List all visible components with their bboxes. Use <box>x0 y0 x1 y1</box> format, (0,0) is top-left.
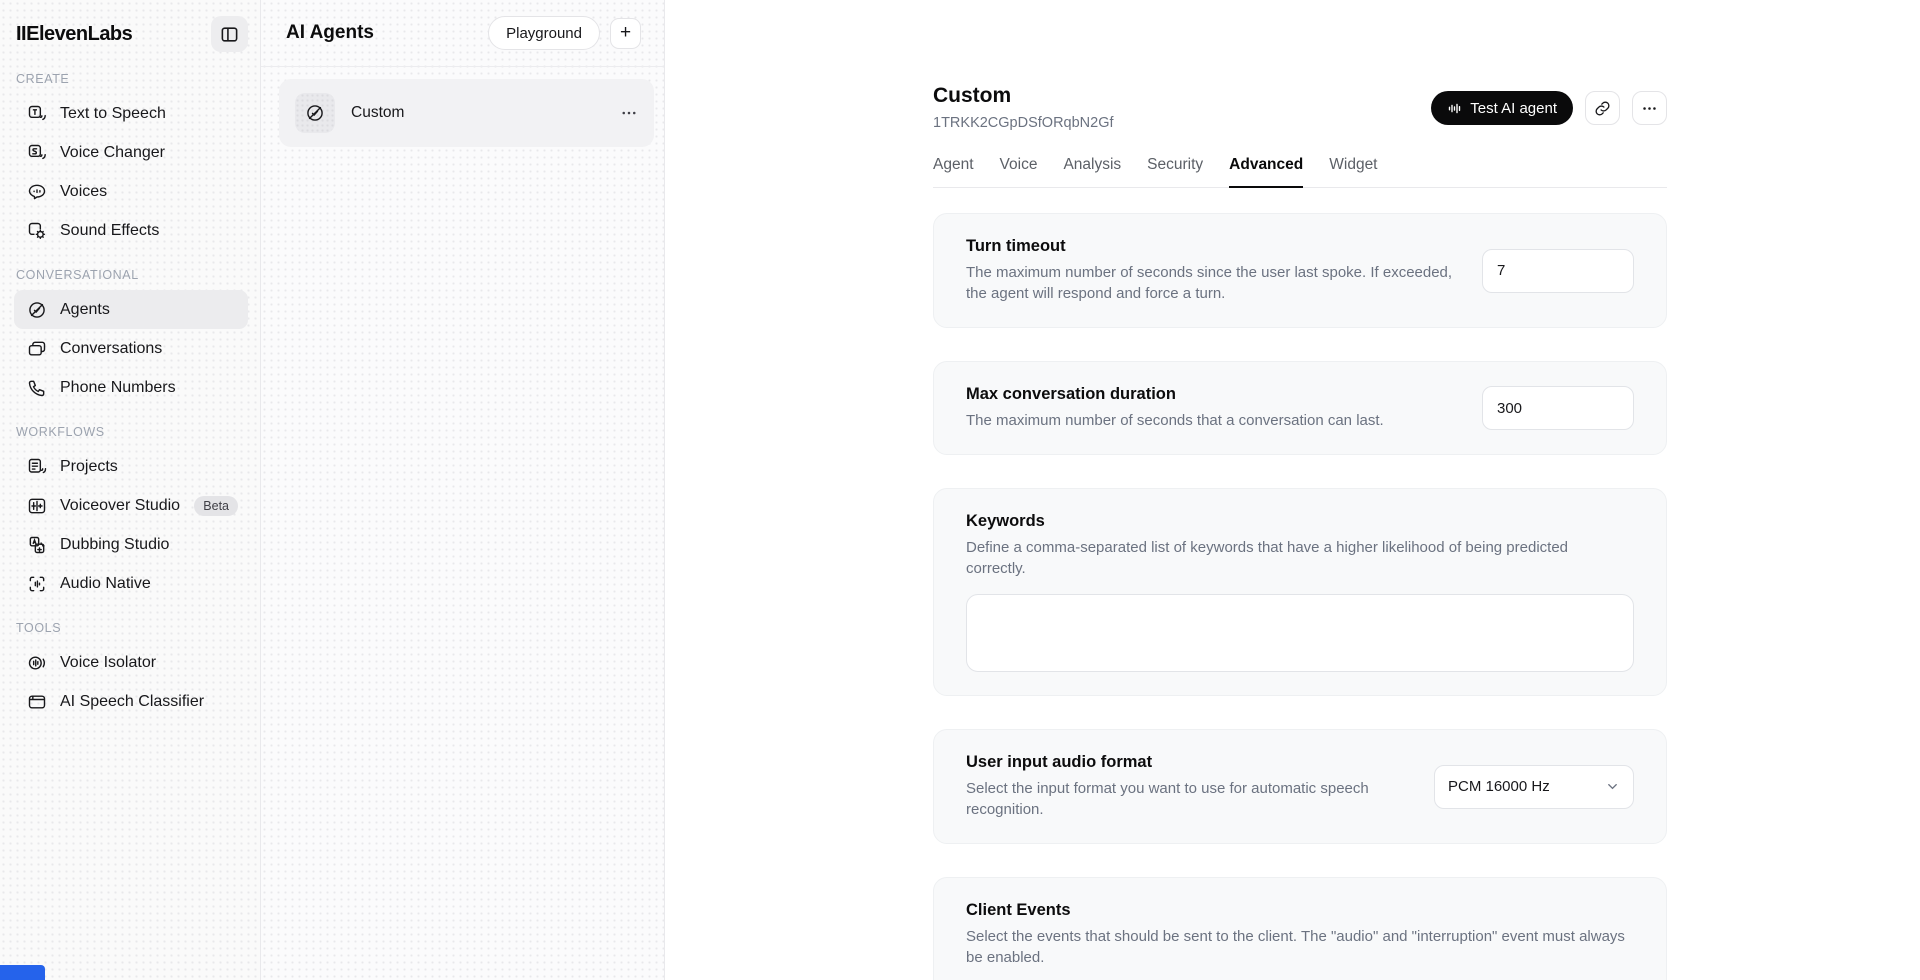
projects-icon <box>27 457 47 477</box>
client-events-title: Client Events <box>966 901 1634 920</box>
panel-left-icon <box>220 25 239 44</box>
section-label-tools: TOOLS <box>16 621 248 635</box>
audio-format-card: User input audio format Select the input… <box>933 729 1667 844</box>
section-label-create: CREATE <box>16 72 248 86</box>
agent-icon <box>305 103 325 123</box>
turn-timeout-card: Turn timeout The maximum number of secon… <box>933 213 1667 328</box>
audio-native-icon <box>27 574 47 594</box>
sidebar-item-conversations[interactable]: Conversations <box>14 329 248 368</box>
tab-analysis[interactable]: Analysis <box>1063 156 1121 187</box>
sidebar-item-label: Phone Numbers <box>60 379 176 397</box>
max-duration-input[interactable] <box>1482 386 1634 430</box>
agent-tabs: Agent Voice Analysis Security Advanced W… <box>933 156 1667 188</box>
tab-voice[interactable]: Voice <box>1000 156 1038 187</box>
sidebar-item-phone-numbers[interactable]: Phone Numbers <box>14 368 248 407</box>
max-duration-card: Max conversation duration The maximum nu… <box>933 361 1667 455</box>
max-duration-title: Max conversation duration <box>966 385 1384 404</box>
voice-isolator-icon <box>27 653 47 673</box>
max-duration-description: The maximum number of seconds that a con… <box>966 410 1384 431</box>
test-ai-agent-label: Test AI agent <box>1470 100 1557 117</box>
main-content: Custom 1TRKK2CGpDSfORqbN2Gf Test AI agen… <box>665 0 1920 980</box>
turn-timeout-description: The maximum number of seconds since the … <box>966 262 1476 304</box>
sidebar-item-label: Sound Effects <box>60 222 159 240</box>
sidebar-item-audio-native[interactable]: Audio Native <box>14 564 248 603</box>
voice-changer-icon <box>27 143 47 163</box>
client-events-description: Select the events that should be sent to… <box>966 926 1634 968</box>
sidebar-item-projects[interactable]: Projects <box>14 447 248 486</box>
sidebar-item-label: Voices <box>60 183 107 201</box>
chat-widget-partial[interactable] <box>0 965 45 980</box>
sound-effects-icon <box>27 221 47 241</box>
dubbing-studio-icon <box>27 535 47 555</box>
tab-security[interactable]: Security <box>1147 156 1203 187</box>
section-label-conversational: CONVERSATIONAL <box>16 268 248 282</box>
link-icon <box>1594 100 1611 117</box>
playground-button[interactable]: Playground <box>488 16 600 50</box>
more-options-button[interactable] <box>1632 91 1667 125</box>
agent-list-item-custom[interactable]: Custom <box>279 79 654 147</box>
sidebar-item-label: AI Speech Classifier <box>60 693 204 711</box>
sidebar-item-label: Text to Speech <box>60 105 166 123</box>
chevron-down-icon <box>1605 779 1620 794</box>
audio-format-select[interactable]: PCM 16000 Hz <box>1434 765 1634 809</box>
sidebar-item-label: Voice Changer <box>60 144 165 162</box>
agent-avatar-tile <box>295 93 335 133</box>
turn-timeout-input[interactable] <box>1482 249 1634 293</box>
tab-widget[interactable]: Widget <box>1329 156 1377 187</box>
sidebar-collapse-button[interactable] <box>211 16 248 52</box>
agent-header: Custom 1TRKK2CGpDSfORqbN2Gf Test AI agen… <box>933 84 1667 131</box>
sidebar-item-dubbing-studio[interactable]: Dubbing Studio <box>14 525 248 564</box>
tab-advanced[interactable]: Advanced <box>1229 156 1303 187</box>
voiceover-studio-icon <box>27 496 47 516</box>
agents-panel-title: AI Agents <box>286 22 374 44</box>
sidebar-item-voices[interactable]: Voices <box>14 172 248 211</box>
sidebar-item-text-to-speech[interactable]: Text to Speech <box>14 94 248 133</box>
sidebar-item-label: Voice Isolator <box>60 654 156 672</box>
sidebar: IIElevenLabs CREATE Text to Speech Voice… <box>0 0 261 980</box>
client-events-card: Client Events Select the events that sho… <box>933 877 1667 980</box>
sidebar-item-label: Conversations <box>60 340 162 358</box>
audio-format-title: User input audio format <box>966 753 1411 772</box>
sidebar-item-sound-effects[interactable]: Sound Effects <box>14 211 248 250</box>
agent-row-more-button[interactable] <box>620 104 638 122</box>
agents-icon <box>27 300 47 320</box>
page-title: Custom <box>933 84 1114 108</box>
conversations-icon <box>27 339 47 359</box>
copy-link-button[interactable] <box>1585 91 1620 125</box>
sidebar-item-label: Dubbing Studio <box>60 536 169 554</box>
agent-list-item-name: Custom <box>351 104 404 122</box>
elevenlabs-logo: IIElevenLabs <box>14 23 132 46</box>
agents-list-panel: AI Agents Playground + Custom <box>261 0 665 980</box>
beta-badge: Beta <box>194 496 238 516</box>
section-label-workflows: WORKFLOWS <box>16 425 248 439</box>
keywords-title: Keywords <box>966 512 1634 531</box>
test-ai-agent-button[interactable]: Test AI agent <box>1431 91 1573 125</box>
text-to-speech-icon <box>27 104 47 124</box>
sidebar-item-label: Voiceover Studio <box>60 497 180 515</box>
more-horizontal-icon <box>1641 100 1658 117</box>
keywords-description: Define a comma-separated list of keyword… <box>966 537 1626 579</box>
sidebar-item-agents[interactable]: Agents <box>14 290 248 329</box>
ai-speech-classifier-icon <box>27 692 47 712</box>
add-agent-button[interactable]: + <box>610 18 641 49</box>
audio-format-selected-value: PCM 16000 Hz <box>1448 778 1550 795</box>
sidebar-item-voice-changer[interactable]: Voice Changer <box>14 133 248 172</box>
waveform-icon <box>1447 101 1462 116</box>
agent-id: 1TRKK2CGpDSfORqbN2Gf <box>933 115 1114 131</box>
keywords-textarea[interactable] <box>966 594 1634 672</box>
voices-icon <box>27 182 47 202</box>
turn-timeout-title: Turn timeout <box>966 237 1476 256</box>
sidebar-item-ai-speech-classifier[interactable]: AI Speech Classifier <box>14 682 248 721</box>
tab-agent[interactable]: Agent <box>933 156 974 187</box>
sidebar-item-voiceover-studio[interactable]: Voiceover Studio Beta <box>14 486 248 525</box>
agents-list-header: AI Agents Playground + <box>261 0 664 67</box>
sidebar-item-label: Audio Native <box>60 575 151 593</box>
keywords-card: Keywords Define a comma-separated list o… <box>933 488 1667 696</box>
sidebar-item-voice-isolator[interactable]: Voice Isolator <box>14 643 248 682</box>
sidebar-item-label: Projects <box>60 458 118 476</box>
phone-icon <box>27 378 47 398</box>
sidebar-item-label: Agents <box>60 301 110 319</box>
audio-format-description: Select the input format you want to use … <box>966 778 1411 820</box>
